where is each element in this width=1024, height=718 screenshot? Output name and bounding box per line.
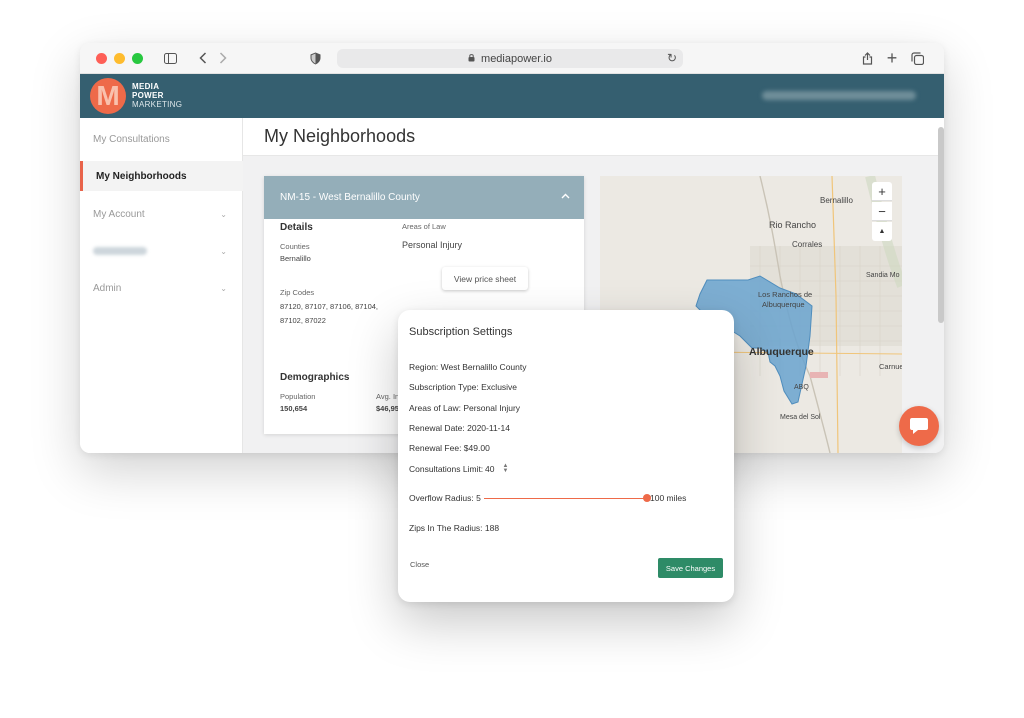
map-label-carnuel: Carnue (879, 362, 902, 371)
avg-income-label: Avg. In (376, 392, 400, 401)
zips-in-radius: Zips In The Radius: 188 (409, 523, 500, 533)
population-value: 150,654 (280, 404, 308, 413)
save-changes-button[interactable]: Save Changes (658, 558, 723, 578)
zip-codes-line-2: 87102, 87022 (280, 316, 326, 325)
scrollbar[interactable] (938, 127, 944, 323)
page-header: My Neighborhoods (243, 118, 944, 156)
avg-income-value: $46,95 (376, 404, 399, 413)
modal-areas-of-law: Areas of Law: Personal Injury (409, 403, 521, 413)
minimize-window-button[interactable] (114, 53, 125, 64)
sidebar-item-my-account[interactable]: My Account ⌄ (80, 199, 243, 229)
subscription-settings-modal: Subscription Settings Region: West Berna… (398, 310, 734, 602)
demographics-heading: Demographics (280, 372, 350, 383)
map-label-albuquerque: Albuquerque (749, 346, 814, 358)
browser-toolbar: mediapower.io ↻ + (80, 43, 944, 74)
blurred-label (93, 247, 147, 255)
sidebar: My Consultations My Neighborhoods My Acc… (80, 118, 243, 453)
modal-subscription-type: Subscription Type: Exclusive (409, 382, 518, 392)
tabs-overview-icon[interactable] (910, 49, 924, 67)
share-icon[interactable] (860, 49, 874, 67)
areas-of-law-value: Personal Injury (402, 240, 463, 250)
close-button[interactable]: Close (410, 560, 429, 569)
chevron-down-icon: ⌄ (220, 246, 227, 256)
lock-icon (468, 53, 475, 64)
maximize-window-button[interactable] (132, 53, 143, 64)
sidebar-item-my-neighborhoods[interactable]: My Neighborhoods (80, 161, 243, 191)
overflow-radius-label: Overflow Radius: 5 (409, 493, 481, 503)
sidebar-toggle-icon[interactable] (162, 49, 178, 67)
modal-title: Subscription Settings (409, 326, 513, 338)
consultations-limit-label: Consultations Limit: (409, 464, 484, 474)
user-email-blurred[interactable] (762, 91, 916, 100)
url-text: mediapower.io (481, 52, 552, 65)
map-label-sandia: Sandia Mo (866, 272, 900, 279)
view-price-sheet-button[interactable]: View price sheet (442, 267, 528, 290)
back-icon[interactable] (196, 49, 210, 67)
modal-renewal-fee: Renewal Fee: $49.00 (409, 443, 490, 453)
chevron-down-icon: ⌄ (220, 209, 227, 219)
modal-renewal-date: Renewal Date: 2020-11-14 (409, 423, 510, 433)
stepper-icon[interactable]: ▲ ▼ (502, 463, 508, 474)
brand-logo[interactable]: M (90, 78, 126, 114)
overflow-radius-slider[interactable] (484, 498, 646, 499)
shield-icon[interactable] (308, 49, 322, 67)
population-label: Population (280, 392, 316, 401)
zoom-in-button[interactable]: + (872, 182, 892, 201)
neighborhood-card-header[interactable]: NM-15 - West Bernalillo County (264, 176, 584, 219)
sidebar-item-admin[interactable]: Admin ⌄ (80, 273, 243, 303)
zoom-out-button[interactable]: − (872, 202, 892, 221)
brand-name: MEDIA POWER MARKETING (132, 82, 183, 109)
chat-button[interactable] (899, 406, 939, 446)
sidebar-item-my-consultations[interactable]: My Consultations (80, 124, 243, 154)
counties-label: Counties (280, 242, 310, 251)
page-title: My Neighborhoods (264, 126, 416, 146)
reload-icon[interactable]: ↻ (667, 51, 677, 65)
counties-value: Bernalillo (280, 254, 311, 263)
map-label-abq: ABQ (794, 384, 809, 391)
overflow-radius-max: 100 miles (650, 493, 687, 503)
chat-bubble-icon (910, 418, 928, 434)
map-label-los-ranchos: Los Ranchos de (758, 290, 813, 299)
map-label-rio-rancho: Rio Rancho (769, 220, 817, 230)
zip-codes-label: Zip Codes (280, 288, 315, 297)
compass-icon[interactable]: ▲ (872, 222, 892, 241)
map-label-los-ranchos-2: Albuquerque (762, 300, 805, 309)
close-window-button[interactable] (96, 53, 107, 64)
new-tab-icon[interactable]: + (885, 48, 899, 68)
map-label-bernalillo: Bernalillo (820, 196, 853, 205)
zip-codes-line-1: 87120, 87107, 87106, 87104, (280, 302, 379, 311)
forward-icon[interactable] (216, 49, 230, 67)
areas-of-law-label: Areas of Law (402, 222, 446, 231)
address-bar[interactable]: mediapower.io ↻ (337, 49, 683, 68)
consultations-limit-input[interactable]: 40 ▲ ▼ (485, 462, 519, 476)
app-header: M MEDIA POWER MARKETING (80, 74, 944, 118)
chevron-down-icon: ⌄ (220, 283, 227, 293)
map-label-mesa-del-sol: Mesa del Sol (780, 414, 821, 421)
modal-region: Region: West Bernalillo County (409, 362, 527, 372)
map-label-corrales: Corrales (792, 240, 823, 249)
chevron-up-icon[interactable] (561, 190, 570, 202)
details-heading: Details (280, 222, 313, 233)
sidebar-item-blurred[interactable]: ⌄ (80, 236, 243, 266)
